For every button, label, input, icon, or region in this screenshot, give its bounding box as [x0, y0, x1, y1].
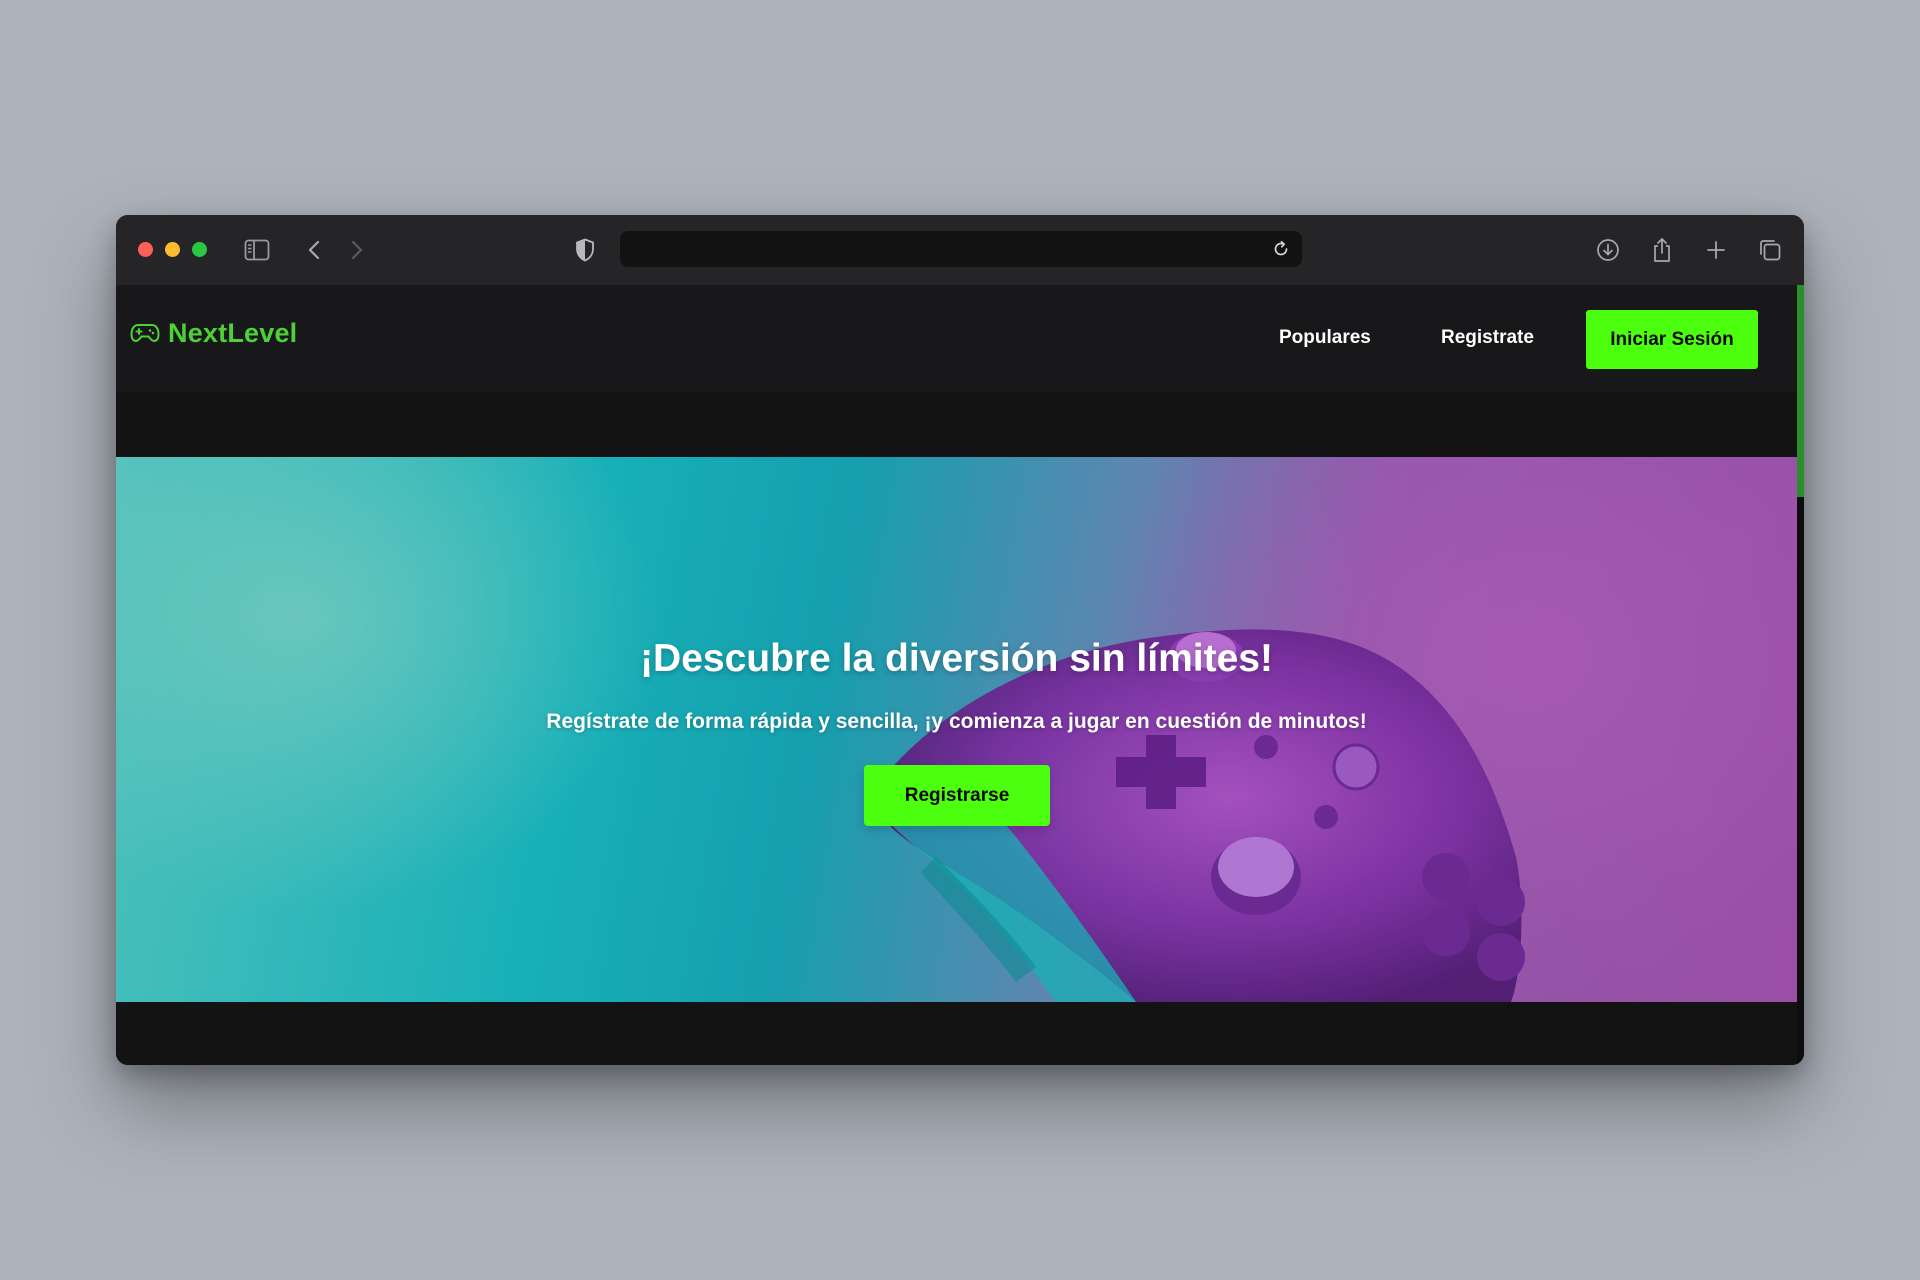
sidebar-icon[interactable]: [244, 237, 270, 263]
new-tab-icon[interactable]: [1703, 237, 1729, 263]
web-page: NextLevel Populares Registrate Iniciar S…: [116, 285, 1804, 1065]
login-button[interactable]: Iniciar Sesión: [1586, 310, 1758, 369]
zoom-window-button[interactable]: [192, 242, 207, 257]
page-scrollbar[interactable]: [1797, 285, 1804, 1065]
site-navbar: NextLevel Populares Registrate Iniciar S…: [116, 285, 1797, 392]
shield-icon[interactable]: [572, 237, 598, 263]
reload-icon[interactable]: [1268, 236, 1294, 262]
scrollbar-thumb[interactable]: [1797, 285, 1804, 497]
back-icon[interactable]: [301, 237, 327, 263]
brand-logo[interactable]: NextLevel: [130, 318, 297, 349]
browser-toolbar: [116, 215, 1804, 285]
share-icon[interactable]: [1649, 237, 1675, 263]
browser-window: NextLevel Populares Registrate Iniciar S…: [116, 215, 1804, 1065]
nav-link-populares[interactable]: Populares: [1279, 327, 1371, 349]
brand-name: NextLevel: [168, 318, 298, 348]
hero-section: ¡Descubre la diversión sin límites! Regí…: [116, 457, 1797, 1002]
tabs-overview-icon[interactable]: [1757, 237, 1783, 263]
register-button[interactable]: Registrarse: [864, 765, 1050, 826]
address-bar[interactable]: [620, 231, 1302, 267]
hero-title: ¡Descubre la diversión sin límites!: [640, 637, 1273, 680]
close-window-button[interactable]: [138, 242, 153, 257]
nav-link-registrate[interactable]: Registrate: [1441, 327, 1534, 349]
download-icon[interactable]: [1595, 237, 1621, 263]
hero-subtitle: Regístrate de forma rápida y sencilla, ¡…: [546, 710, 1367, 733]
forward-icon[interactable]: [344, 237, 370, 263]
hero-content: ¡Descubre la diversión sin límites! Regí…: [116, 457, 1797, 1002]
gamepad-icon: [130, 320, 160, 348]
minimize-window-button[interactable]: [165, 242, 180, 257]
